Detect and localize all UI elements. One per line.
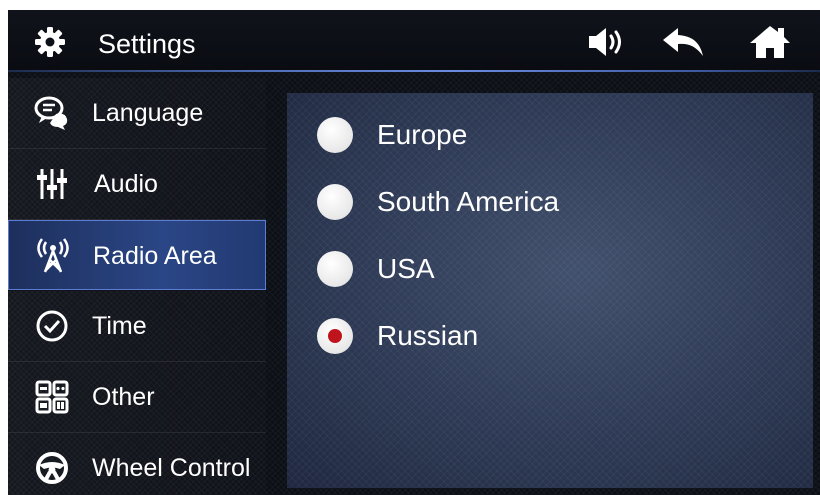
grid-apps-icon xyxy=(35,380,69,414)
sidebar: Language Audio Radio Area Time Other Whe… xyxy=(8,78,266,495)
settings-screen: Settings Language Audio Radio Area Time … xyxy=(8,10,820,495)
sidebar-item-label: Wheel Control xyxy=(92,454,251,482)
volume-icon[interactable] xyxy=(586,24,628,60)
steering-wheel-icon xyxy=(36,452,68,484)
sidebar-item-label: Other xyxy=(92,383,155,411)
back-icon[interactable] xyxy=(660,24,706,60)
radio-option-south-america[interactable]: South America xyxy=(317,180,777,224)
radio-button[interactable] xyxy=(317,251,353,287)
sidebar-item-radio-area[interactable]: Radio Area xyxy=(8,220,266,290)
chat-bubbles-icon xyxy=(34,96,68,130)
radio-option-label: USA xyxy=(377,253,435,284)
sidebar-item-other[interactable]: Other xyxy=(8,362,266,433)
radio-option-label: Europe xyxy=(377,119,468,150)
radio-option-label: Russian xyxy=(377,320,479,351)
header-bar: Settings xyxy=(8,10,820,70)
radio-button[interactable] xyxy=(317,184,353,220)
radio-option-russian[interactable]: Russian xyxy=(317,314,777,358)
page-title: Settings xyxy=(98,29,196,59)
sidebar-item-label: Time xyxy=(92,312,147,340)
radio-button-selected[interactable] xyxy=(317,318,353,354)
sidebar-item-label: Radio Area xyxy=(93,242,217,270)
sidebar-item-label: Audio xyxy=(94,170,158,198)
sidebar-item-audio[interactable]: Audio xyxy=(8,149,266,220)
sidebar-item-language[interactable]: Language xyxy=(8,78,266,149)
selected-indicator xyxy=(328,329,342,343)
antenna-icon xyxy=(37,238,69,273)
home-icon[interactable] xyxy=(748,24,792,60)
equalizer-icon xyxy=(37,169,67,199)
gear-icon xyxy=(35,27,65,57)
radio-option-label: South America xyxy=(377,186,560,217)
radio-area-panel: Europe South America USA Russian xyxy=(287,93,813,488)
clock-check-icon xyxy=(36,310,68,342)
radio-option-usa[interactable]: USA xyxy=(317,247,777,291)
sidebar-item-label: Language xyxy=(92,99,204,127)
sidebar-item-wheel-control[interactable]: Wheel Control xyxy=(8,433,266,495)
radio-button[interactable] xyxy=(317,117,353,153)
sidebar-item-time[interactable]: Time xyxy=(8,291,266,362)
radio-option-europe[interactable]: Europe xyxy=(317,113,777,157)
header-divider xyxy=(8,70,820,72)
